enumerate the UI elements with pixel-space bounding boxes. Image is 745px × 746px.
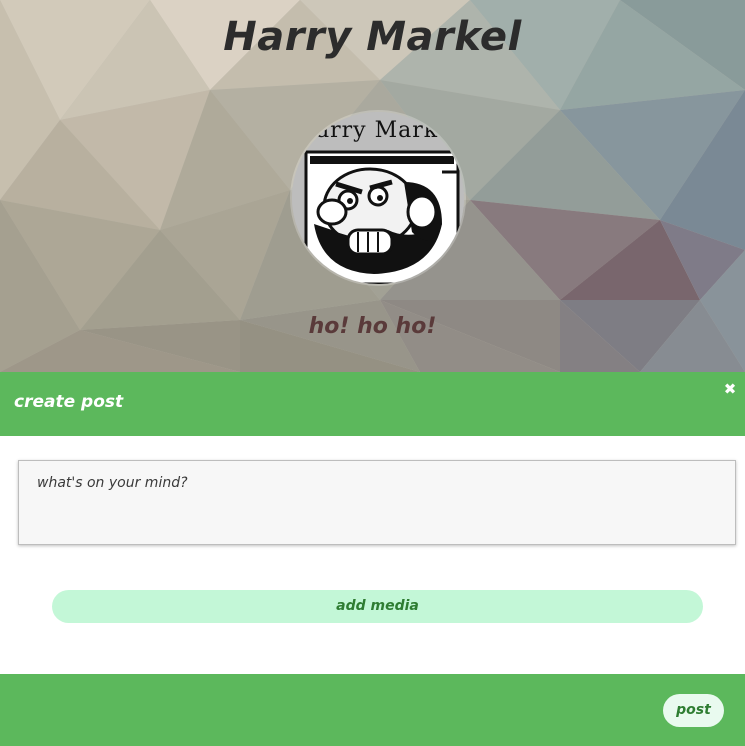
create-post-footer: post (0, 674, 745, 746)
avatar-caption: Harry Markel (295, 118, 461, 143)
add-media-button[interactable]: add media (52, 590, 703, 623)
post-textarea[interactable] (18, 460, 736, 545)
post-button[interactable]: post (663, 694, 724, 727)
profile-status: ho! ho ho! (308, 314, 437, 339)
avatar[interactable]: Harry Markel (292, 112, 464, 284)
close-icon[interactable]: ✖ (721, 380, 739, 398)
create-post-header: create post ✖ (0, 372, 745, 436)
create-post-body: add media (0, 436, 745, 674)
profile-cover: Harry Markel Harry Markel ho! ho ho! (0, 0, 745, 372)
profile-name: Harry Markel (223, 14, 522, 60)
modal-title: create post (14, 392, 124, 412)
